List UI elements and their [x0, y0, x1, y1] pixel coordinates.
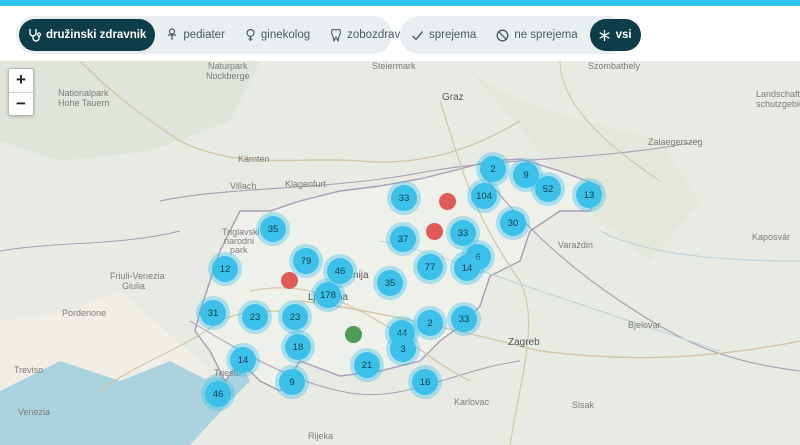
- map-label: Kärnten: [238, 154, 270, 164]
- cluster-marker[interactable]: 33: [391, 185, 417, 211]
- map-label: Klagenfurt: [285, 179, 327, 189]
- map-label: Treviso: [14, 365, 44, 375]
- tooth-icon: [331, 28, 342, 42]
- map-label: Friuli-Venezia: [110, 271, 165, 281]
- map-label: Hohe Tauern: [58, 98, 110, 108]
- no-entry-icon: [496, 29, 509, 41]
- map-label: Zagreb: [508, 337, 540, 348]
- cluster-marker[interactable]: 14: [454, 255, 480, 281]
- filter-label: vsi: [615, 29, 632, 41]
- cluster-marker[interactable]: 46: [205, 381, 231, 407]
- map-label: Landschafts-: [756, 89, 800, 99]
- map-label: Zalaegerszeg: [648, 137, 703, 147]
- filter-sprejema-button[interactable]: sprejema: [403, 19, 485, 51]
- zoom-in-button[interactable]: +: [9, 69, 33, 93]
- map-label: Pordenone: [62, 308, 107, 318]
- map-background: [0, 61, 800, 445]
- cluster-marker[interactable]: 104: [471, 183, 497, 209]
- cluster-marker[interactable]: 178: [315, 282, 341, 308]
- filter-label: sprejema: [429, 29, 477, 41]
- cluster-marker[interactable]: 16: [412, 369, 438, 395]
- filter-header: družinski zdravnik pediater ginekolog zo…: [0, 6, 800, 61]
- filter-druzinski-zdravnik-button[interactable]: družinski zdravnik: [19, 19, 156, 51]
- map-label: schutzgebiet: [756, 99, 800, 109]
- cluster-marker[interactable]: 3: [390, 336, 416, 362]
- cluster-marker[interactable]: 21: [354, 352, 380, 378]
- not-accepting-marker[interactable]: [426, 223, 443, 240]
- stethoscope-icon: [29, 29, 41, 42]
- female-symbol-icon: [246, 28, 255, 41]
- not-accepting-marker[interactable]: [439, 193, 456, 210]
- zoom-control: + −: [8, 68, 34, 116]
- cluster-marker[interactable]: 35: [260, 216, 286, 242]
- map-label: Bjelovar: [628, 320, 661, 330]
- filter-ginekolog-button[interactable]: ginekolog: [237, 19, 319, 51]
- doctor-type-filter-group: družinski zdravnik pediater ginekolog zo…: [16, 16, 415, 54]
- not-accepting-marker[interactable]: [281, 272, 298, 289]
- filter-label: ginekolog: [260, 29, 311, 41]
- map-label: Szombathely: [588, 61, 641, 71]
- map-label: Villach: [230, 181, 257, 191]
- cluster-marker[interactable]: 77: [417, 254, 443, 280]
- filter-pediater-button[interactable]: pediater: [158, 19, 234, 51]
- cluster-marker[interactable]: 79: [293, 248, 319, 274]
- filter-vsi-button[interactable]: vsi: [589, 19, 641, 51]
- cluster-marker[interactable]: 12: [212, 256, 238, 282]
- map-label: Karlovac: [454, 397, 490, 407]
- cluster-marker[interactable]: 30: [500, 210, 526, 236]
- check-icon: [412, 30, 424, 41]
- map-label: Naturpark: [208, 61, 248, 71]
- cluster-marker[interactable]: 18: [285, 334, 311, 360]
- cluster-marker[interactable]: 9: [279, 369, 305, 395]
- filter-label: pediater: [183, 29, 225, 41]
- cluster-marker[interactable]: 31: [200, 300, 226, 326]
- pacifier-icon: [168, 28, 177, 40]
- asterisk-icon: [598, 29, 610, 41]
- map-label: Venezia: [18, 407, 51, 417]
- zoom-out-button[interactable]: −: [9, 93, 33, 116]
- acceptance-filter-group: sprejema ne sprejema vsi: [400, 16, 641, 54]
- accepting-marker[interactable]: [345, 326, 362, 343]
- map-viewport[interactable]: Steiermark Graz Szombathely Nationalpark…: [0, 61, 800, 445]
- cluster-marker[interactable]: 37: [390, 226, 416, 252]
- cluster-marker[interactable]: 2: [480, 156, 506, 182]
- map-label: Nockberge: [206, 71, 250, 81]
- filter-ne-sprejema-button[interactable]: ne sprejema: [488, 19, 586, 51]
- cluster-marker[interactable]: 33: [451, 306, 477, 332]
- map-label: Rijeka: [308, 431, 334, 441]
- filter-label: družinski zdravnik: [46, 29, 147, 41]
- map-label: park: [230, 245, 248, 255]
- map-label: Varaždin: [558, 240, 593, 250]
- map-label: Giulia: [122, 281, 146, 291]
- map-label: Sisak: [572, 400, 595, 410]
- map-label: Steiermark: [372, 61, 416, 71]
- map-label: Graz: [442, 92, 464, 103]
- cluster-marker[interactable]: 33: [450, 220, 476, 246]
- map-label: Nationalpark: [58, 88, 109, 98]
- cluster-marker[interactable]: 46: [327, 258, 353, 284]
- cluster-marker[interactable]: 35: [377, 270, 403, 296]
- cluster-marker[interactable]: 52: [535, 176, 561, 202]
- cluster-marker[interactable]: 14: [230, 347, 256, 373]
- cluster-marker[interactable]: 23: [242, 304, 268, 330]
- cluster-marker[interactable]: 13: [576, 182, 602, 208]
- filter-label: ne sprejema: [514, 29, 578, 41]
- cluster-marker[interactable]: 2: [417, 310, 443, 336]
- map-label: Kaposvár: [752, 232, 791, 242]
- cluster-marker[interactable]: 23: [282, 304, 308, 330]
